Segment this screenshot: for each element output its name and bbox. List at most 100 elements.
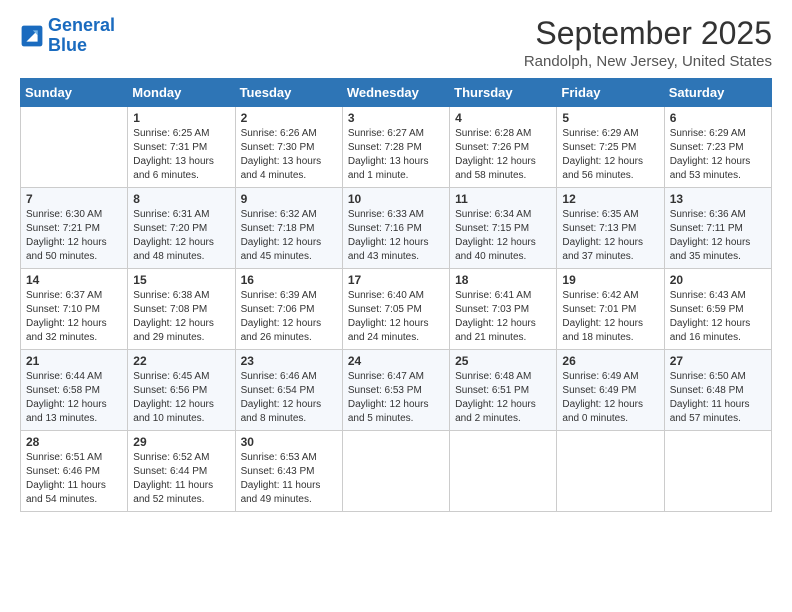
calendar-cell: 4Sunrise: 6:28 AMSunset: 7:26 PMDaylight… (450, 107, 557, 188)
calendar-cell: 11 Sunrise: 6:34 AMSunset: 7:15 PMDayligh… (450, 188, 557, 269)
day-info: Sunrise: 6:26 AMSunset: 7:30 PMDaylight:… (241, 127, 337, 183)
day-info: Sunrise: 6:48 AMSunset: 6:51 PMDaylight:… (455, 370, 551, 426)
day-number: 20 (670, 273, 766, 287)
day-number: 22 (133, 354, 229, 368)
calendar-cell: 24 Sunrise: 6:47 AMSunset: 6:53 PMDayligh… (342, 350, 449, 431)
day-number: 3 (348, 111, 444, 125)
day-number: 15 (133, 273, 229, 287)
day-info: Sunrise: 6:38 AMSunset: 7:08 PMDaylight:… (133, 289, 229, 345)
day-info: Sunrise: 6:42 AMSunset: 7:01 PMDaylight:… (562, 289, 658, 345)
day-number: 14 (26, 273, 122, 287)
header-friday: Friday (557, 79, 664, 107)
logo-line2: Blue (48, 35, 87, 55)
day-info: Sunrise: 6:27 AMSunset: 7:28 PMDaylight:… (348, 127, 444, 183)
day-info: Sunrise: 6:33 AMSunset: 7:16 PMDaylight:… (348, 208, 444, 264)
day-number: 11 (455, 192, 551, 206)
calendar-cell: 7 Sunrise: 6:30 AMSunset: 7:21 PMDaylight… (21, 188, 128, 269)
day-number: 26 (562, 354, 658, 368)
calendar: SundayMondayTuesdayWednesdayThursdayFrid… (20, 78, 772, 512)
day-info: Sunrise: 6:35 AMSunset: 7:13 PMDaylight:… (562, 208, 658, 264)
header-monday: Monday (128, 79, 235, 107)
calendar-cell: 15 Sunrise: 6:38 AMSunset: 7:08 PMDayligh… (128, 269, 235, 350)
day-info: Sunrise: 6:51 AMSunset: 6:46 PMDaylight:… (26, 451, 122, 507)
day-number: 12 (562, 192, 658, 206)
logo-text: General Blue (48, 16, 115, 56)
logo-line1: General (48, 15, 115, 35)
day-info: Sunrise: 6:36 AMSunset: 7:11 PMDaylight:… (670, 208, 766, 264)
calendar-cell: 27 Sunrise: 6:50 AMSunset: 6:48 PMDayligh… (664, 350, 771, 431)
day-info: Sunrise: 6:34 AMSunset: 7:15 PMDaylight:… (455, 208, 551, 264)
day-number: 29 (133, 435, 229, 449)
header: General Blue September 2025 Randolph, Ne… (20, 16, 772, 70)
day-info: Sunrise: 6:47 AMSunset: 6:53 PMDaylight:… (348, 370, 444, 426)
calendar-cell: 1 Sunrise: 6:25 AMSunset: 7:31 PMDaylight… (128, 107, 235, 188)
calendar-cell: 5 Sunrise: 6:29 AMSunset: 7:25 PMDaylight… (557, 107, 664, 188)
calendar-cell (450, 431, 557, 512)
logo-icon (20, 24, 44, 48)
calendar-cell (557, 431, 664, 512)
day-info: Sunrise: 6:25 AMSunset: 7:31 PMDaylight:… (133, 127, 229, 183)
day-info: Sunrise: 6:45 AMSunset: 6:56 PMDaylight:… (133, 370, 229, 426)
day-number: 1 (133, 111, 229, 125)
calendar-cell: 3 Sunrise: 6:27 AMSunset: 7:28 PMDaylight… (342, 107, 449, 188)
day-number: 8 (133, 192, 229, 206)
day-info: Sunrise: 6:29 AMSunset: 7:23 PMDaylight:… (670, 127, 766, 183)
header-thursday: Thursday (450, 79, 557, 107)
day-number: 7 (26, 192, 122, 206)
day-info: Sunrise: 6:41 AMSunset: 7:03 PMDaylight:… (455, 289, 551, 345)
calendar-week-4: 28 Sunrise: 6:51 AMSunset: 6:46 PMDayligh… (21, 431, 772, 512)
calendar-cell (21, 107, 128, 188)
header-tuesday: Tuesday (235, 79, 342, 107)
day-number: 5 (562, 111, 658, 125)
day-number: 17 (348, 273, 444, 287)
day-number: 6 (670, 111, 766, 125)
calendar-cell: 12 Sunrise: 6:35 AMSunset: 7:13 PMDayligh… (557, 188, 664, 269)
calendar-cell: 2 Sunrise: 6:26 AMSunset: 7:30 PMDaylight… (235, 107, 342, 188)
day-info: Sunrise: 6:53 AMSunset: 6:43 PMDaylight:… (241, 451, 337, 507)
day-info: Sunrise: 6:29 AMSunset: 7:25 PMDaylight:… (562, 127, 658, 183)
calendar-cell: 29 Sunrise: 6:52 AMSunset: 6:44 PMDayligh… (128, 431, 235, 512)
calendar-cell: 30Sunrise: 6:53 AMSunset: 6:43 PMDayligh… (235, 431, 342, 512)
calendar-cell: 9Sunrise: 6:32 AMSunset: 7:18 PMDaylight… (235, 188, 342, 269)
day-info: Sunrise: 6:40 AMSunset: 7:05 PMDaylight:… (348, 289, 444, 345)
calendar-week-1: 7 Sunrise: 6:30 AMSunset: 7:21 PMDaylight… (21, 188, 772, 269)
logo: General Blue (20, 16, 115, 56)
calendar-cell: 19Sunrise: 6:42 AMSunset: 7:01 PMDayligh… (557, 269, 664, 350)
day-info: Sunrise: 6:31 AMSunset: 7:20 PMDaylight:… (133, 208, 229, 264)
day-info: Sunrise: 6:50 AMSunset: 6:48 PMDaylight:… (670, 370, 766, 426)
calendar-cell: 8 Sunrise: 6:31 AMSunset: 7:20 PMDaylight… (128, 188, 235, 269)
calendar-cell: 6 Sunrise: 6:29 AMSunset: 7:23 PMDaylight… (664, 107, 771, 188)
day-number: 27 (670, 354, 766, 368)
day-number: 24 (348, 354, 444, 368)
day-number: 2 (241, 111, 337, 125)
day-info: Sunrise: 6:30 AMSunset: 7:21 PMDaylight:… (26, 208, 122, 264)
day-info: Sunrise: 6:46 AMSunset: 6:54 PMDaylight:… (241, 370, 337, 426)
calendar-cell: 25Sunrise: 6:48 AMSunset: 6:51 PMDayligh… (450, 350, 557, 431)
day-info: Sunrise: 6:52 AMSunset: 6:44 PMDaylight:… (133, 451, 229, 507)
day-number: 28 (26, 435, 122, 449)
calendar-cell: 22 Sunrise: 6:45 AMSunset: 6:56 PMDayligh… (128, 350, 235, 431)
day-number: 9 (241, 192, 337, 206)
day-number: 21 (26, 354, 122, 368)
header-saturday: Saturday (664, 79, 771, 107)
calendar-week-2: 14Sunrise: 6:37 AMSunset: 7:10 PMDayligh… (21, 269, 772, 350)
calendar-cell (664, 431, 771, 512)
title-area: September 2025 Randolph, New Jersey, Uni… (524, 16, 772, 70)
calendar-week-0: 1 Sunrise: 6:25 AMSunset: 7:31 PMDaylight… (21, 107, 772, 188)
calendar-cell: 18 Sunrise: 6:41 AMSunset: 7:03 PMDayligh… (450, 269, 557, 350)
calendar-cell: 17 Sunrise: 6:40 AMSunset: 7:05 PMDayligh… (342, 269, 449, 350)
calendar-cell: 16Sunrise: 6:39 AMSunset: 7:06 PMDayligh… (235, 269, 342, 350)
day-number: 10 (348, 192, 444, 206)
calendar-cell: 10 Sunrise: 6:33 AMSunset: 7:16 PMDayligh… (342, 188, 449, 269)
day-number: 16 (241, 273, 337, 287)
calendar-cell: 13 Sunrise: 6:36 AMSunset: 7:11 PMDayligh… (664, 188, 771, 269)
day-number: 13 (670, 192, 766, 206)
page: General Blue September 2025 Randolph, Ne… (0, 0, 792, 612)
calendar-header-row: SundayMondayTuesdayWednesdayThursdayFrid… (21, 79, 772, 107)
calendar-cell: 20Sunrise: 6:43 AMSunset: 6:59 PMDayligh… (664, 269, 771, 350)
main-title: September 2025 (524, 16, 772, 51)
calendar-cell: 23Sunrise: 6:46 AMSunset: 6:54 PMDayligh… (235, 350, 342, 431)
header-sunday: Sunday (21, 79, 128, 107)
calendar-cell: 21Sunrise: 6:44 AMSunset: 6:58 PMDayligh… (21, 350, 128, 431)
day-number: 18 (455, 273, 551, 287)
